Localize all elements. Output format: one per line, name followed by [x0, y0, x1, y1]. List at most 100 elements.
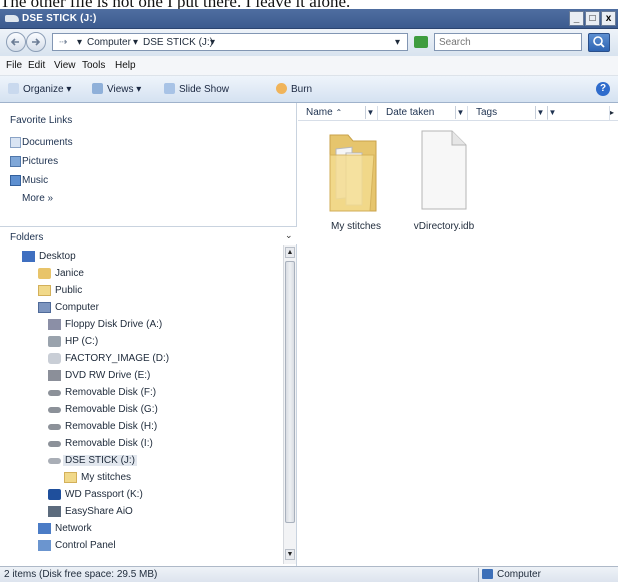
folder-tree-item-label: DVD RW Drive (E:) — [65, 370, 151, 381]
dvd-drive-icon — [48, 370, 61, 381]
folder-tree-item-label: WD Passport (K:) — [65, 489, 143, 500]
window-title: DSE STICK (J:) — [22, 13, 97, 24]
chevron-down-icon[interactable]: ▾ — [133, 37, 138, 48]
address-bar[interactable]: ⇢ ▾ Computer ▾ DSE STICK (J:) ▾ ▾ — [52, 33, 408, 51]
scroll-up-arrow[interactable]: ▲ — [285, 247, 295, 258]
folder-tree-item-label: Public — [55, 285, 83, 296]
usb-drive-icon — [48, 458, 61, 464]
column-name[interactable]: Name ⌃ ▼ — [298, 106, 378, 120]
organize-label: Organize — [23, 84, 64, 95]
menu-file[interactable]: File — [6, 60, 22, 71]
hard-drive-icon — [48, 336, 61, 347]
menu-bar: File Edit View Tools Help — [0, 56, 618, 76]
chevron-down-icon[interactable]: ▼ — [455, 106, 465, 119]
folder-tree-item-label: HP (C:) — [65, 336, 99, 347]
file-name: vDirectory.idb — [413, 221, 475, 232]
close-button[interactable]: x — [601, 11, 616, 26]
menu-view[interactable]: View — [54, 60, 76, 71]
maximize-button[interactable]: □ — [585, 11, 600, 26]
organize-icon — [8, 83, 19, 94]
column-date-taken-label: Date taken — [386, 107, 435, 118]
removable-disk-icon — [48, 407, 61, 413]
organize-button[interactable]: Organize ▾ — [8, 83, 71, 95]
drive-icon — [48, 353, 61, 364]
column-tags[interactable]: Tags ▼ — [468, 106, 548, 120]
chevron-down-icon[interactable]: ▼ — [547, 106, 557, 119]
status-summary: 2 items (Disk free space: 29.5 MB) — [4, 569, 158, 580]
folder-tree-item-label: Janice — [55, 268, 84, 279]
chevron-down-icon[interactable]: ▼ — [365, 106, 375, 119]
drive-icon — [5, 15, 19, 22]
sort-ascending-icon: ⌃ — [335, 108, 343, 117]
favorite-links-title: Favorite Links — [10, 115, 73, 126]
file-item-vdirectory[interactable]: vDirectory.idb — [404, 125, 484, 235]
folder-tree-item-label: Removable Disk (F:) — [65, 387, 157, 398]
folder-icon — [329, 134, 377, 212]
user-folder-icon — [38, 268, 51, 279]
favorite-music-label: Music — [22, 175, 49, 186]
views-button[interactable]: Views ▾ — [92, 83, 141, 95]
folder-tree-item-label: Computer — [55, 302, 99, 313]
search-input[interactable] — [439, 36, 559, 48]
computer-icon — [482, 569, 493, 579]
breadcrumb-current[interactable]: DSE STICK (J:) — [143, 37, 213, 48]
column-extra[interactable]: ▼ — [547, 106, 610, 120]
chevron-down-icon[interactable]: ⌄ — [285, 230, 293, 241]
column-name-label: Name — [306, 107, 333, 118]
menu-tools[interactable]: Tools — [82, 60, 105, 71]
folder-tree-scrollbar[interactable]: ▲ ▼ — [283, 245, 296, 564]
removable-disk-icon — [48, 390, 61, 396]
folder-tree-item-label: Floppy Disk Drive (A:) — [65, 319, 163, 330]
folder-icon — [38, 285, 51, 296]
documents-icon — [10, 137, 21, 148]
address-drive-icon: ⇢ — [59, 37, 68, 48]
removable-disk-icon — [48, 424, 61, 430]
slide-show-button[interactable]: Slide Show — [164, 83, 229, 95]
chevron-down-icon[interactable]: ▼ — [535, 106, 545, 119]
favorite-documents-label: Documents — [22, 137, 73, 148]
views-label: Views — [107, 84, 134, 95]
scrollbar-thumb[interactable] — [285, 261, 295, 523]
status-bar: 2 items (Disk free space: 29.5 MB) Compu… — [0, 566, 618, 582]
folder-tree-item-label: Control Panel — [55, 540, 116, 551]
removable-disk-icon — [48, 441, 61, 447]
status-divider — [478, 568, 479, 582]
back-button[interactable] — [6, 32, 26, 52]
file-list-pane: Name ⌃ ▼ Date taken ▼ Tags ▼ ▼ ▸ My stit… — [298, 103, 618, 566]
chevron-right-icon[interactable]: ▸ — [610, 108, 614, 117]
views-icon — [92, 83, 103, 94]
burn-label: Burn — [291, 84, 313, 95]
help-icon[interactable]: ? — [596, 82, 610, 96]
refresh-icon[interactable] — [414, 36, 428, 48]
address-dropdown-icon[interactable]: ▾ — [395, 37, 400, 48]
forward-button[interactable] — [26, 32, 46, 52]
music-icon — [10, 175, 21, 186]
folder-item-my-stitches[interactable]: My stitches — [316, 125, 396, 235]
forward-arrow-icon — [32, 38, 41, 46]
folders-header[interactable]: Folders ⌄ — [0, 226, 297, 244]
favorites-more-link[interactable]: More » — [22, 193, 53, 207]
slide-show-label: Slide Show — [179, 84, 230, 95]
wd-drive-icon — [48, 489, 61, 500]
chevron-down-icon[interactable]: ▾ — [210, 37, 215, 48]
window-title-bar[interactable]: DSE STICK (J:) _ □ x — [0, 9, 618, 29]
menu-edit[interactable]: Edit — [28, 60, 45, 71]
breadcrumb-computer[interactable]: Computer — [87, 37, 131, 48]
search-box[interactable] — [434, 33, 582, 51]
floppy-icon — [48, 319, 61, 330]
minimize-button[interactable]: _ — [569, 11, 584, 26]
folder-tree-item-label: EasyShare AiO — [65, 506, 133, 517]
burn-icon — [276, 83, 287, 94]
burn-button[interactable]: Burn — [276, 83, 312, 95]
status-zone: Computer — [482, 569, 541, 580]
folder-tree-item-label: Network — [55, 523, 92, 534]
scroll-down-arrow[interactable]: ▼ — [285, 549, 295, 560]
folder-tree-item-label: Removable Disk (I:) — [65, 438, 153, 449]
control-panel-icon — [38, 540, 51, 551]
chevron-down-icon[interactable]: ▾ — [77, 37, 82, 48]
menu-help[interactable]: Help — [115, 60, 136, 71]
desktop-icon — [22, 251, 35, 262]
column-date-taken[interactable]: Date taken ▼ — [378, 106, 468, 120]
search-button[interactable] — [588, 33, 610, 52]
command-bar: Organize ▾ Views ▾ Slide Show Burn ? — [0, 76, 618, 103]
